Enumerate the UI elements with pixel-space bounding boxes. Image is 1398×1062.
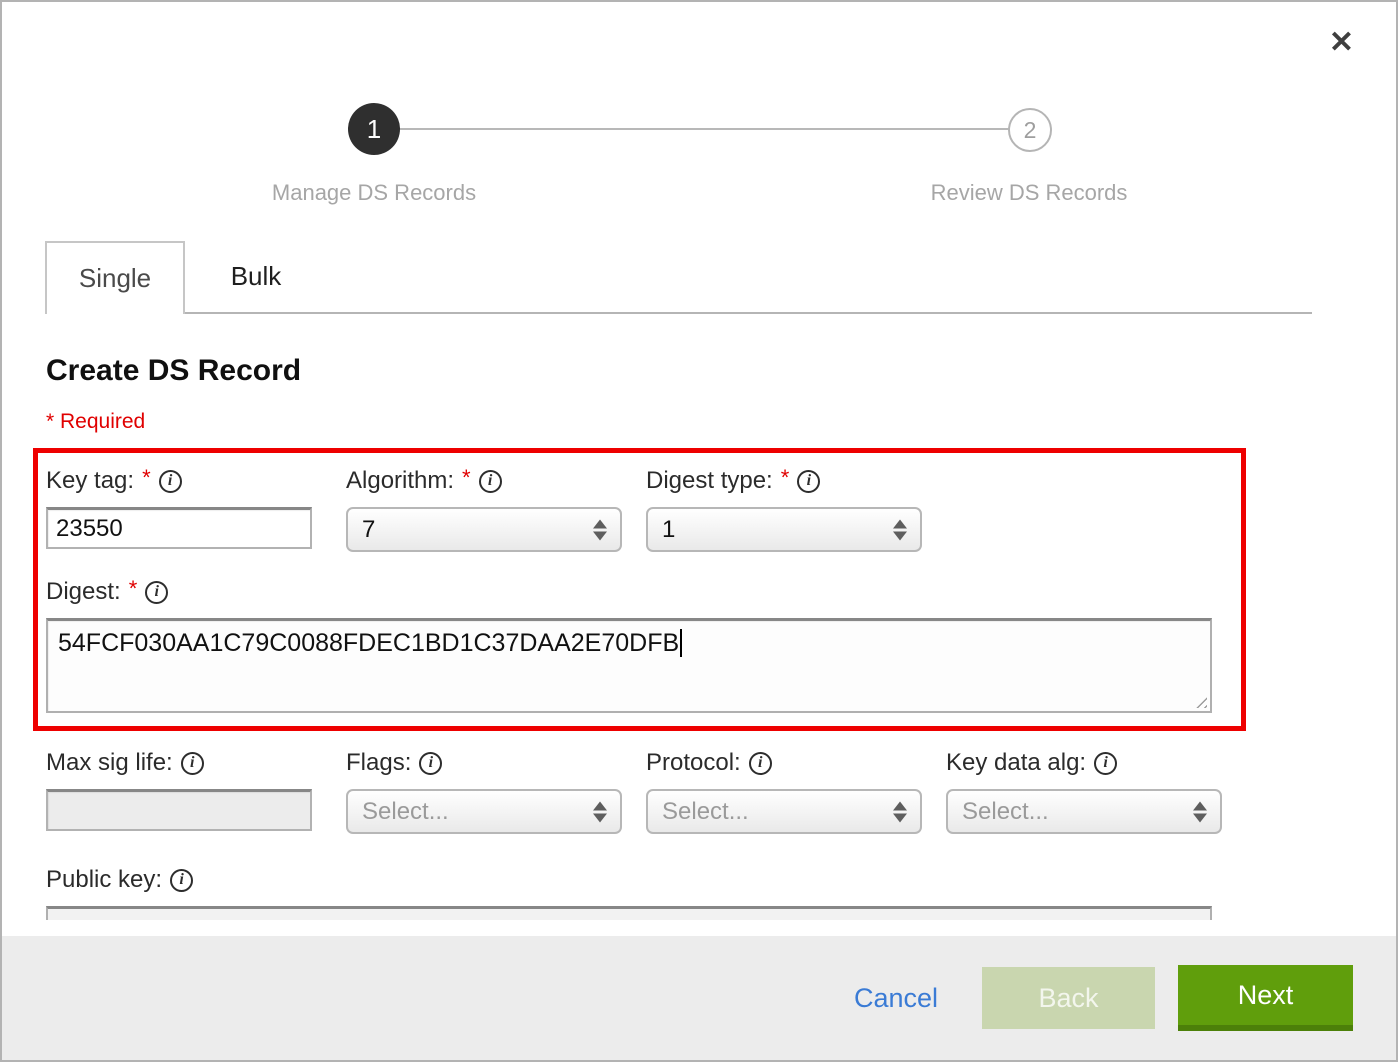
- tab-single[interactable]: Single: [45, 241, 185, 314]
- digest-info-icon[interactable]: i: [145, 581, 168, 604]
- select-arrows-icon: [1193, 801, 1207, 822]
- key-data-alg-info-icon[interactable]: i: [1094, 752, 1117, 775]
- tab-bulk[interactable]: Bulk: [185, 241, 327, 312]
- algorithm-field: Algorithm: * i 7: [346, 465, 622, 552]
- max-sig-life-field: Max sig life: i: [46, 747, 322, 834]
- max-sig-life-input[interactable]: [46, 789, 312, 831]
- select-arrows-icon: [593, 801, 607, 822]
- step-2-circle: 2: [1008, 108, 1052, 152]
- digest-value: 54FCF030AA1C79C0088FDEC1BD1C37DAA2E70DFB: [58, 629, 679, 657]
- algorithm-label: Algorithm: * i: [346, 465, 622, 497]
- form-row-1: Key tag: * i 23550 Algorithm: * i 7: [46, 465, 1241, 552]
- protocol-label-text: Protocol:: [646, 749, 741, 777]
- tab-bulk-label: Bulk: [231, 261, 282, 292]
- step-1-circle: 1: [348, 103, 400, 155]
- highlight-annotation-box: Key tag: * i 23550 Algorithm: * i 7: [33, 448, 1246, 731]
- key-data-alg-field: Key data alg: i Select...: [946, 747, 1222, 834]
- flags-select-value: Select...: [362, 798, 449, 826]
- stepper-connector-line: [374, 128, 1030, 130]
- public-key-info-icon[interactable]: i: [170, 869, 193, 892]
- text-caret: [680, 629, 682, 657]
- cancel-button[interactable]: Cancel: [854, 983, 938, 1014]
- max-sig-life-label: Max sig life: i: [46, 747, 322, 779]
- protocol-select-value: Select...: [662, 798, 749, 826]
- key-data-alg-label-text: Key data alg:: [946, 749, 1086, 777]
- digest-type-field: Digest type: * i 1: [646, 465, 922, 552]
- required-note: * Required: [46, 410, 1396, 434]
- step-2-label: Review DS Records: [931, 180, 1128, 206]
- flags-label-text: Flags:: [346, 749, 411, 777]
- digest-label: Digest: * i: [46, 576, 1241, 608]
- digest-type-label: Digest type: * i: [646, 465, 922, 497]
- textarea-resize-handle[interactable]: [1192, 693, 1207, 708]
- modal-footer: Cancel Back Next: [2, 936, 1396, 1060]
- digest-textarea[interactable]: 54FCF030AA1C79C0088FDEC1BD1C37DAA2E70DFB: [46, 618, 1212, 713]
- flags-label: Flags: i: [346, 747, 622, 779]
- public-key-textarea[interactable]: [46, 906, 1212, 920]
- protocol-field: Protocol: i Select...: [646, 747, 922, 834]
- algorithm-label-text: Algorithm:: [346, 467, 454, 495]
- algorithm-required-marker: *: [462, 465, 471, 491]
- key-data-alg-label: Key data alg: i: [946, 747, 1222, 779]
- max-sig-life-label-text: Max sig life:: [46, 749, 173, 777]
- step-2-number: 2: [1024, 117, 1037, 144]
- flags-field: Flags: i Select...: [346, 747, 622, 834]
- step-1-number: 1: [367, 114, 381, 145]
- step-1-label: Manage DS Records: [272, 180, 476, 206]
- digest-type-info-icon[interactable]: i: [797, 470, 820, 493]
- key-tag-info-icon[interactable]: i: [159, 470, 182, 493]
- form-row-3: Max sig life: i Flags: i Select... Proto…: [46, 747, 1396, 834]
- digest-type-required-marker: *: [781, 465, 790, 491]
- algorithm-info-icon[interactable]: i: [479, 470, 502, 493]
- digest-type-select-value: 1: [662, 516, 675, 544]
- back-button[interactable]: Back: [982, 967, 1155, 1029]
- select-arrows-icon: [893, 519, 907, 540]
- max-sig-life-info-icon[interactable]: i: [181, 752, 204, 775]
- protocol-info-icon[interactable]: i: [749, 752, 772, 775]
- digest-type-select[interactable]: 1: [646, 507, 922, 552]
- algorithm-select[interactable]: 7: [346, 507, 622, 552]
- digest-required-marker: *: [129, 576, 138, 602]
- key-data-alg-select[interactable]: Select...: [946, 789, 1222, 834]
- key-tag-required-marker: *: [142, 465, 151, 491]
- public-key-field: Public key: i: [46, 864, 1396, 920]
- select-arrows-icon: [893, 801, 907, 822]
- wizard-stepper: 1 2 Manage DS Records Review DS Records: [2, 2, 1396, 241]
- flags-info-icon[interactable]: i: [419, 752, 442, 775]
- key-data-alg-select-value: Select...: [962, 798, 1049, 826]
- public-key-label-text: Public key:: [46, 866, 162, 894]
- public-key-label: Public key: i: [46, 864, 1396, 896]
- tabs-underline: Bulk: [185, 241, 1312, 314]
- key-tag-label-text: Key tag:: [46, 467, 134, 495]
- protocol-select[interactable]: Select...: [646, 789, 922, 834]
- key-tag-field: Key tag: * i 23550: [46, 465, 322, 552]
- key-tag-label: Key tag: * i: [46, 465, 322, 497]
- key-tag-input[interactable]: 23550: [46, 507, 312, 549]
- tab-single-label: Single: [79, 263, 151, 294]
- next-button[interactable]: Next: [1178, 965, 1353, 1031]
- digest-label-text: Digest:: [46, 578, 121, 606]
- flags-select[interactable]: Select...: [346, 789, 622, 834]
- select-arrows-icon: [593, 519, 607, 540]
- digest-field: Digest: * i 54FCF030AA1C79C0088FDEC1BD1C…: [46, 576, 1241, 713]
- protocol-label: Protocol: i: [646, 747, 922, 779]
- algorithm-select-value: 7: [362, 516, 375, 544]
- create-ds-record-modal: ✕ 1 2 Manage DS Records Review DS Record…: [0, 0, 1398, 1062]
- digest-type-label-text: Digest type:: [646, 467, 773, 495]
- mode-tabs: Single Bulk: [45, 241, 1312, 314]
- page-title: Create DS Record: [46, 354, 1396, 388]
